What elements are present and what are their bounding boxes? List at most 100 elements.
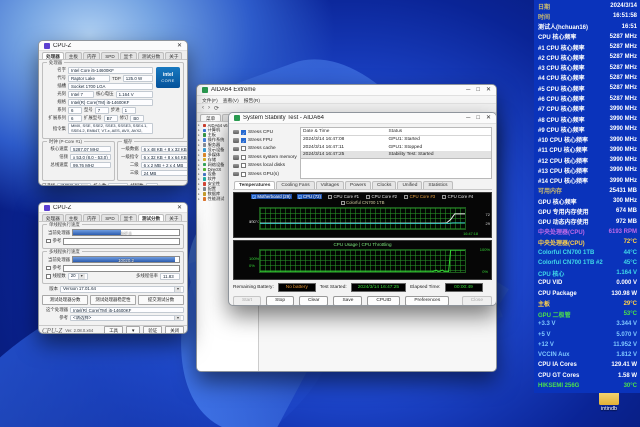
expander-icon[interactable]: ▸ — [198, 197, 201, 201]
expander-icon[interactable]: ▸ — [198, 187, 201, 191]
expander-icon[interactable]: ▸ — [198, 158, 201, 162]
legend-checkbox[interactable] — [366, 195, 370, 199]
expander-icon[interactable]: ▸ — [198, 148, 201, 152]
bench-version-select[interactable]: Version 17.01.64▼ — [60, 286, 184, 293]
close-icon[interactable]: ✕ — [177, 43, 182, 49]
legend-checkbox[interactable] — [328, 195, 332, 199]
expander-icon[interactable]: ▸ — [198, 167, 201, 171]
close-icon[interactable]: ✕ — [486, 87, 491, 93]
stress-checkbox[interactable] — [241, 146, 246, 151]
cpuid-button[interactable]: CPUID — [367, 296, 400, 306]
stress-option[interactable]: Stress system memory — [233, 153, 297, 161]
stress-option[interactable]: Stress local disks — [233, 162, 297, 170]
minimize-icon[interactable]: ─ — [466, 115, 470, 121]
expander-icon[interactable]: ▸ — [198, 177, 201, 181]
log-row[interactable]: 2024/3/14 16:47:08GPU1: Started — [301, 136, 491, 144]
reference-checkbox[interactable] — [46, 239, 51, 244]
legend-item[interactable]: Colorful CN700 1TB — [340, 200, 386, 205]
stress-checkbox[interactable]: ✓ — [241, 130, 246, 135]
panel-tab-菜单[interactable]: 菜单 — [200, 114, 221, 121]
legend-checkbox[interactable]: ✓ — [298, 195, 302, 199]
legend-item[interactable]: CPU Core #3 — [403, 194, 436, 199]
stress-option[interactable]: ✓Stress CPU — [233, 128, 297, 136]
close-icon[interactable]: ✕ — [177, 205, 182, 211]
aida64-titlebar[interactable]: AIDA64 Extreme ─ □ ✕ — [197, 85, 496, 96]
expander-icon[interactable]: ▸ — [198, 123, 201, 127]
expander-icon[interactable]: ▸ — [198, 163, 201, 167]
expander-icon[interactable]: ▸ — [198, 128, 201, 132]
stress-checkbox[interactable]: ✓ — [241, 138, 246, 143]
preferences-button[interactable]: Preferences — [405, 296, 449, 306]
tab-关于[interactable]: 关于 — [165, 52, 182, 59]
expander-icon[interactable]: ▸ — [198, 172, 201, 176]
minimize-icon[interactable]: ─ — [466, 87, 470, 93]
sst-tab-Cooling Fans[interactable]: Cooling Fans — [276, 181, 314, 189]
sst-tab-Voltages[interactable]: Voltages — [316, 181, 344, 189]
tab-处理器[interactable]: 处理器 — [42, 214, 64, 221]
legend-item[interactable]: CPU Core #1 — [327, 194, 360, 199]
tab-内存[interactable]: 内存 — [83, 52, 100, 59]
close-icon[interactable]: ✕ — [486, 115, 491, 121]
stress-checkbox[interactable] — [241, 155, 246, 160]
sst-tab-Clocks[interactable]: Clocks — [372, 181, 396, 189]
log-row[interactable]: 2024/3/14 16:47:25Stability Test: Starte… — [301, 151, 491, 159]
legend-item[interactable]: ✓CPU (72) — [297, 194, 322, 199]
legend-checkbox[interactable] — [404, 195, 408, 199]
desktop-folder-shortcut[interactable]: intindb — [590, 391, 628, 412]
validate-button[interactable]: 验证 — [143, 326, 162, 335]
legend-item[interactable]: CPU Core #2 — [365, 194, 398, 199]
tab-内存[interactable]: 内存 — [83, 214, 100, 221]
tab-测试分数[interactable]: 测试分数 — [138, 214, 164, 221]
stress-checkbox[interactable] — [241, 163, 246, 168]
sst-tab-Temperatures[interactable]: Temperatures — [234, 181, 275, 189]
tab-SPD[interactable]: SPD — [101, 214, 118, 221]
cpuz1-titlebar[interactable]: CPU-Z ✕ — [39, 41, 187, 51]
refresh-icon[interactable]: ⟳ — [214, 105, 219, 112]
stress-checkbox[interactable] — [241, 172, 246, 177]
bench-button[interactable]: 提交测试分数 — [138, 295, 184, 305]
maximize-icon[interactable]: □ — [476, 115, 480, 121]
expander-icon[interactable]: ▸ — [198, 133, 201, 137]
tab-显卡[interactable]: 显卡 — [120, 214, 137, 221]
back-icon[interactable]: ‹ — [202, 105, 204, 111]
stop-button[interactable]: Stop — [266, 296, 294, 306]
reference-select[interactable]: <请选择>▼ — [70, 315, 184, 322]
expander-icon[interactable]: ▸ — [198, 143, 201, 147]
tab-测试分数[interactable]: 测试分数 — [138, 52, 164, 59]
legend-checkbox[interactable] — [341, 201, 345, 205]
legend-item[interactable]: ✓Motherboard (29) — [251, 194, 292, 199]
stress-option[interactable]: Stress cache — [233, 145, 297, 153]
sst-tab-Statistics[interactable]: Statistics — [423, 181, 452, 189]
clear-button[interactable]: Clear — [299, 296, 328, 306]
legend-item[interactable]: CPU Core #4 — [441, 194, 474, 199]
bench-button[interactable]: 测试处理器稳定性 — [90, 295, 136, 305]
socket-select[interactable]: 处理器 #1▼ — [57, 183, 91, 187]
menu-item[interactable]: 文件(F) — [202, 97, 218, 102]
menu-item[interactable]: 查看(V) — [223, 97, 239, 102]
tools-button[interactable]: 工具 — [104, 326, 123, 335]
cpuz2-titlebar[interactable]: CPU-Z ✕ — [39, 203, 187, 213]
tab-显卡[interactable]: 显卡 — [120, 52, 137, 59]
close-button[interactable]: 关闭 — [165, 326, 184, 335]
stress-option[interactable]: ✓Stress FPU — [233, 136, 297, 144]
maximize-icon[interactable]: □ — [476, 87, 480, 93]
tab-关于[interactable]: 关于 — [165, 214, 182, 221]
log-row[interactable]: 2024/3/14 16:47:11GPU1: Stopped — [301, 144, 491, 152]
tab-处理器[interactable]: 处理器 — [42, 52, 64, 59]
threads-select[interactable]: 20▼ — [68, 273, 88, 280]
tab-SPD[interactable]: SPD — [101, 52, 118, 59]
sst-titlebar[interactable]: System Stability Test - AIDA64 ─ □ ✕ — [229, 113, 496, 124]
expander-icon[interactable]: ▸ — [198, 192, 201, 196]
tab-主板[interactable]: 主板 — [65, 52, 82, 59]
reference-checkbox[interactable] — [46, 266, 51, 271]
tab-主板[interactable]: 主板 — [65, 214, 82, 221]
bench-button[interactable]: 测试处理器分数 — [42, 295, 88, 305]
menu-item[interactable]: 报告(R) — [244, 97, 260, 102]
forward-icon[interactable]: › — [208, 105, 210, 111]
sst-tab-Powers[interactable]: Powers — [345, 181, 371, 189]
legend-checkbox[interactable]: ✓ — [252, 195, 256, 199]
sst-tab-Unified[interactable]: Unified — [397, 181, 422, 189]
threads-checkbox[interactable] — [46, 274, 51, 279]
legend-checkbox[interactable] — [442, 195, 446, 199]
stress-option[interactable]: Stress GPU(s) — [233, 170, 297, 178]
